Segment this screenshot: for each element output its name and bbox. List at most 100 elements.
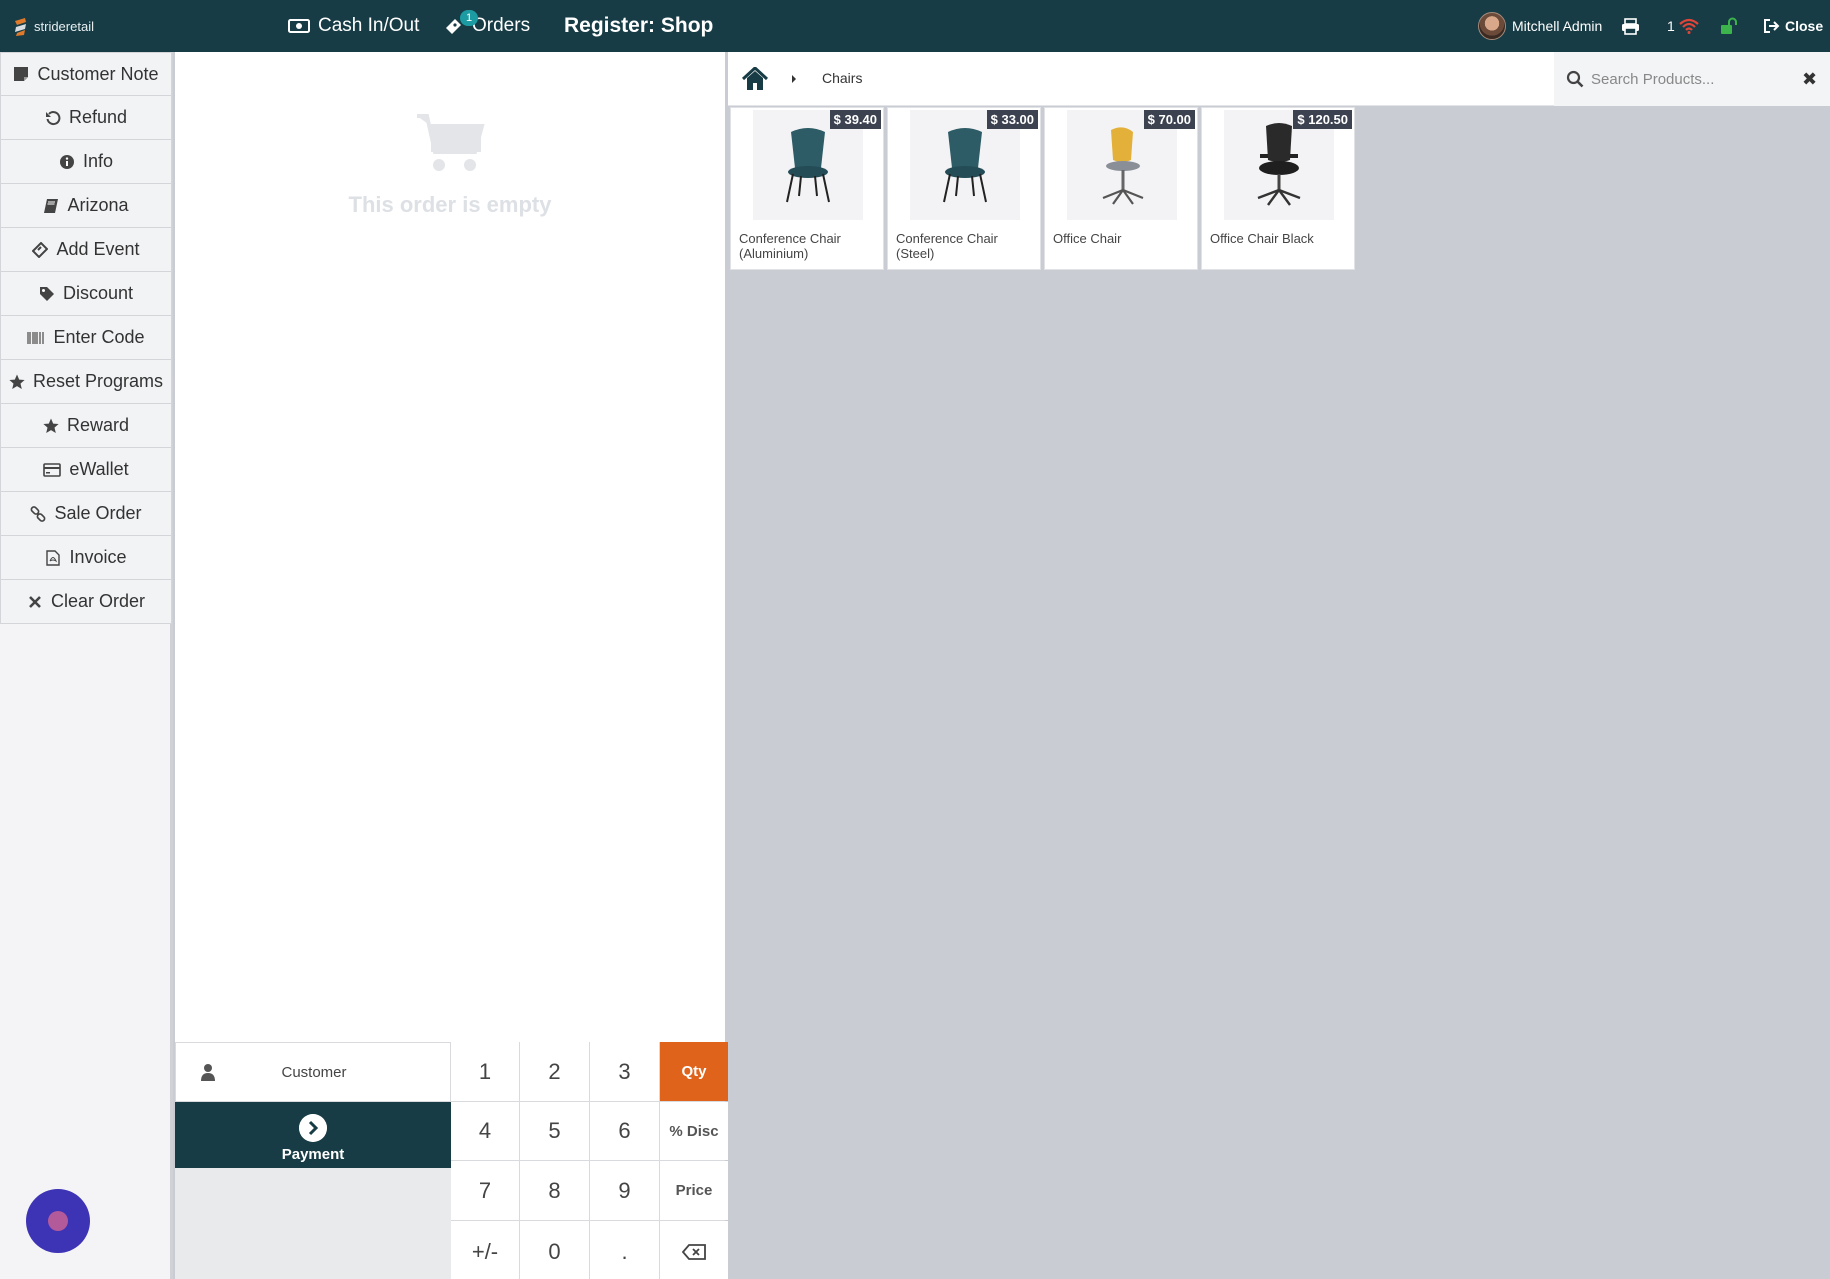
numpad: 1 2 3 Qty 4 5 6 % Disc 7 8 9 Price +/- 0… xyxy=(451,1042,728,1279)
price-tag: $ 70.00 xyxy=(1143,110,1195,129)
info-icon xyxy=(59,154,74,169)
arizona-button[interactable]: Arizona xyxy=(0,184,172,228)
numpad-key-plus-minus[interactable]: +/- xyxy=(451,1221,519,1279)
orders-count-badge: 1 xyxy=(460,10,479,26)
product-card[interactable]: $ 33.00 Conference Chair (Steel) xyxy=(887,107,1041,270)
barcode-icon xyxy=(27,331,45,344)
search-input[interactable] xyxy=(1591,66,1791,92)
numpad-key-8[interactable]: 8 xyxy=(520,1161,589,1220)
product-card[interactable]: $ 39.40 Conference Chair (Aluminium) xyxy=(730,107,884,270)
credit-card-icon xyxy=(43,462,62,477)
add-event-button[interactable]: Add Event xyxy=(0,228,172,272)
ticket-icon xyxy=(32,241,49,258)
top-navbar: strideretail Cash In/Out 1 Orders Regist… xyxy=(0,0,1830,52)
numpad-key-7[interactable]: 7 xyxy=(451,1161,519,1220)
undo-icon xyxy=(45,110,61,125)
note-icon xyxy=(14,67,29,81)
backspace-icon xyxy=(682,1243,706,1260)
discount-mode-button[interactable]: % Disc xyxy=(660,1102,728,1160)
backspace-button[interactable] xyxy=(660,1221,728,1279)
close-session-button[interactable]: Close xyxy=(1763,0,1823,52)
qty-mode-button[interactable]: Qty xyxy=(660,1042,728,1101)
numpad-key-9[interactable]: 9 xyxy=(590,1161,659,1220)
numpad-key-5[interactable]: 5 xyxy=(520,1102,589,1160)
payment-button[interactable]: Payment xyxy=(175,1102,451,1168)
info-button[interactable]: Info xyxy=(0,140,172,184)
printer-icon xyxy=(1622,17,1639,35)
order-panel: This order is empty xyxy=(175,52,725,1042)
price-tag: $ 120.50 xyxy=(1293,110,1352,129)
numpad-key-decimal[interactable]: . xyxy=(590,1221,659,1279)
chat-icon xyxy=(48,1211,68,1231)
enter-code-label: Enter Code xyxy=(53,327,145,347)
refund-label: Refund xyxy=(68,107,128,127)
unlock-icon xyxy=(1721,17,1737,34)
numpad-key-2[interactable]: 2 xyxy=(520,1042,589,1101)
reset-programs-button[interactable]: Reset Programs xyxy=(0,360,172,404)
numpad-key-0[interactable]: 0 xyxy=(520,1221,589,1279)
star-icon xyxy=(43,418,59,433)
numpad-key-1[interactable]: 1 xyxy=(451,1042,519,1101)
link-icon xyxy=(31,505,46,522)
price-tag: $ 39.40 xyxy=(829,110,881,129)
products-header: Chairs ✖ xyxy=(728,52,1830,106)
brand-logo: strideretail xyxy=(12,0,94,52)
register-title: Register: Shop xyxy=(564,14,714,37)
avatar xyxy=(1478,12,1506,40)
home-icon[interactable] xyxy=(742,67,768,91)
orders-button[interactable]: 1 Orders xyxy=(444,0,530,52)
reward-label: Reward xyxy=(66,415,130,435)
numpad-key-3[interactable]: 3 xyxy=(590,1042,659,1101)
product-card[interactable]: $ 120.50 Office Chair Black xyxy=(1201,107,1355,270)
price-mode-button[interactable]: Price xyxy=(660,1161,728,1220)
wifi-icon xyxy=(1679,18,1699,34)
numpad-key-4[interactable]: 4 xyxy=(451,1102,519,1160)
lock-button[interactable] xyxy=(1720,0,1738,52)
clear-order-label: Clear Order xyxy=(50,591,146,611)
product-list: $ 39.40 Conference Chair (Aluminium) $ 3… xyxy=(730,107,1355,271)
control-buttons-panel: Customer Note Refund Info Arizona Add Ev… xyxy=(0,52,173,1279)
sale-order-button[interactable]: Sale Order xyxy=(0,492,172,536)
money-icon xyxy=(288,19,310,33)
chat-launcher-button[interactable] xyxy=(26,1189,90,1253)
product-name: Conference Chair (Aluminium) xyxy=(739,231,841,261)
invoice-label: Invoice xyxy=(69,547,127,567)
numpad-key-6[interactable]: 6 xyxy=(590,1102,659,1160)
breadcrumb-category[interactable]: Chairs xyxy=(822,70,862,86)
file-pdf-icon xyxy=(46,549,61,566)
star-icon xyxy=(9,374,25,389)
search-bar: ✖ xyxy=(1554,52,1830,106)
sign-out-icon xyxy=(1764,19,1780,33)
customer-label: Customer xyxy=(281,1063,347,1081)
product-card[interactable]: $ 70.00 Office Chair xyxy=(1044,107,1198,270)
ewallet-button[interactable]: eWallet xyxy=(0,448,172,492)
discount-button[interactable]: Discount xyxy=(0,272,172,316)
shopping-cart-icon xyxy=(417,114,485,171)
refund-button[interactable]: Refund xyxy=(0,96,172,140)
user-menu[interactable]: Mitchell Admin xyxy=(1478,0,1602,52)
clear-search-button[interactable]: ✖ xyxy=(1802,69,1817,90)
clear-order-button[interactable]: Clear Order xyxy=(0,580,172,624)
invoice-button[interactable]: Invoice xyxy=(0,536,172,580)
network-count: 1 xyxy=(1667,18,1675,34)
enter-code-button[interactable]: Enter Code xyxy=(0,316,172,360)
product-name: Office Chair Black xyxy=(1210,231,1314,246)
tag-icon xyxy=(39,286,54,301)
caret-right-icon xyxy=(792,75,796,83)
orders-label: Orders xyxy=(472,15,531,36)
cash-in-out-button[interactable]: Cash In/Out xyxy=(288,0,419,52)
info-label: Info xyxy=(82,151,114,171)
network-status[interactable]: 1 xyxy=(1667,0,1700,52)
close-icon xyxy=(29,595,41,608)
brand-name: strideretail xyxy=(34,18,94,34)
set-customer-button[interactable]: Customer xyxy=(175,1042,451,1102)
arizona-label: Arizona xyxy=(67,195,129,215)
printer-button[interactable] xyxy=(1621,0,1640,52)
sale-order-label: Sale Order xyxy=(54,503,142,523)
add-event-label: Add Event xyxy=(56,239,140,259)
reward-button[interactable]: Reward xyxy=(0,404,172,448)
price-tag: $ 33.00 xyxy=(986,110,1038,129)
search-icon xyxy=(1566,70,1584,88)
customer-note-button[interactable]: Customer Note xyxy=(0,52,172,96)
reset-programs-label: Reset Programs xyxy=(32,371,164,391)
